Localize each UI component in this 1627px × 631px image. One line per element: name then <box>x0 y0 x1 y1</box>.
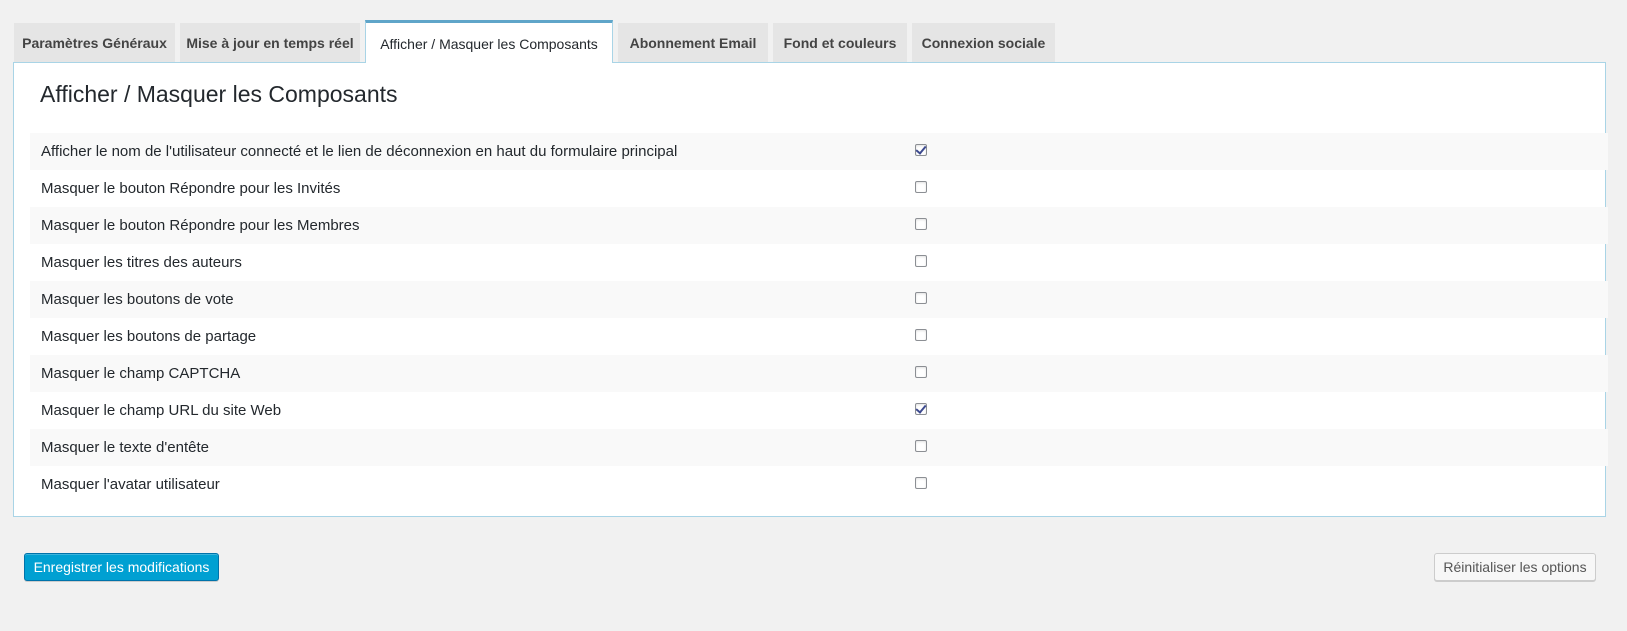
tab-fond-et-couleurs[interactable]: Fond et couleurs <box>773 23 907 63</box>
option-checkbox[interactable] <box>915 402 927 415</box>
tab-abonnement-email[interactable]: Abonnement Email <box>618 23 768 63</box>
tab-mise-a-jour-temps-reel[interactable]: Mise à jour en temps réel <box>180 23 360 63</box>
option-label: Masquer les titres des auteurs <box>41 254 242 271</box>
option-checkbox[interactable] <box>915 329 927 341</box>
option-row: Masquer le bouton Répondre pour les Memb… <box>30 207 1608 244</box>
option-checkbox[interactable] <box>915 477 927 489</box>
option-label: Masquer le champ CAPTCHA <box>41 365 241 382</box>
option-row: Masquer le champ URL du site Web <box>30 392 1608 429</box>
tab-connexion-sociale[interactable]: Connexion sociale <box>912 23 1055 63</box>
option-label: Afficher le nom de l'utilisateur connect… <box>41 143 678 160</box>
option-label: Masquer les boutons de vote <box>41 291 234 308</box>
option-checkbox[interactable] <box>915 143 927 156</box>
tab-parametres-generaux[interactable]: Paramètres Généraux <box>14 23 175 63</box>
option-row: Masquer le champ CAPTCHA <box>30 355 1608 392</box>
checkmark-icon <box>915 402 927 414</box>
option-row: Masquer les boutons de partage <box>30 318 1608 355</box>
option-row: Afficher le nom de l'utilisateur connect… <box>30 133 1608 170</box>
option-checkbox[interactable] <box>915 292 927 304</box>
option-label: Masquer le texte d'entête <box>41 439 209 456</box>
tab-afficher-masquer-composants[interactable]: Afficher / Masquer les Composants <box>365 20 613 63</box>
option-row: Masquer le texte d'entête <box>30 429 1608 466</box>
option-label: Masquer le champ URL du site Web <box>41 402 282 419</box>
option-label: Masquer le bouton Répondre pour les Invi… <box>41 180 341 197</box>
settings-tabs: Paramètres Généraux Mise à jour en temps… <box>14 20 1060 63</box>
option-label: Masquer le bouton Répondre pour les Memb… <box>41 217 360 234</box>
option-checkbox[interactable] <box>915 218 927 230</box>
option-checkbox[interactable] <box>915 366 927 378</box>
option-row: Masquer l'avatar utilisateur <box>30 466 1608 503</box>
option-checkbox[interactable] <box>915 440 927 452</box>
settings-panel: Afficher / Masquer les Composants Affich… <box>13 62 1608 517</box>
option-checkbox[interactable] <box>915 255 927 267</box>
panel-title: Afficher / Masquer les Composants <box>40 81 398 107</box>
option-row: Masquer les titres des auteurs <box>30 244 1608 281</box>
option-label: Masquer l'avatar utilisateur <box>41 476 220 493</box>
option-row: Masquer les boutons de vote <box>30 281 1608 318</box>
save-changes-button[interactable]: Enregistrer les modifications <box>24 553 219 581</box>
reset-options-button[interactable]: Réinitialiser les options <box>1434 553 1596 581</box>
option-label: Masquer les boutons de partage <box>41 328 257 345</box>
option-checkbox[interactable] <box>915 181 927 193</box>
options-list: Afficher le nom de l'utilisateur connect… <box>30 133 1608 503</box>
option-row: Masquer le bouton Répondre pour les Invi… <box>30 170 1608 207</box>
checkmark-icon <box>915 143 927 155</box>
